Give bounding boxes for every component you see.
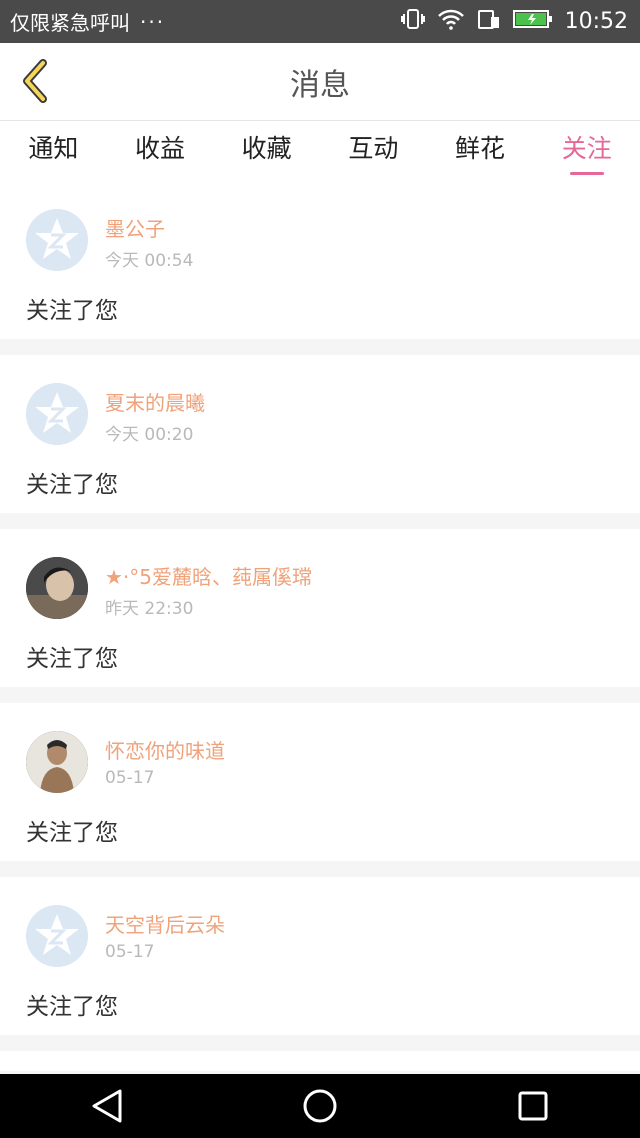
message-content: 关注了您 xyxy=(26,994,118,1020)
status-icons: 10:52 xyxy=(400,8,628,35)
system-nav-bar xyxy=(0,1074,640,1138)
user-photo-icon xyxy=(26,557,88,619)
recents-nav-button[interactable] xyxy=(503,1081,563,1131)
avatar[interactable] xyxy=(26,557,88,619)
message-content: 关注了您 xyxy=(26,298,118,324)
list-item[interactable]: ★·°5爱麓晗、莼属傒瑺 昨天 22:30 关注了您 xyxy=(0,529,640,687)
tab-flowers[interactable]: 鲜花 xyxy=(427,121,534,181)
vibrate-icon xyxy=(400,8,425,35)
tab-favorites[interactable]: 收藏 xyxy=(213,121,320,181)
message-list: 墨公子 今天 00:54 关注了您 夏末的晨曦 今天 00:20 关注了您 ★·… xyxy=(0,181,640,1071)
message-time: 昨天 22:30 xyxy=(105,599,194,619)
status-bar: 仅限紧急呼叫 ··· 10:52 xyxy=(0,0,640,43)
back-nav-button[interactable] xyxy=(77,1081,137,1131)
list-item[interactable]: 夏末的晨曦 今天 00:20 关注了您 xyxy=(0,355,640,513)
page-title: 消息 xyxy=(290,67,350,103)
message-time: 今天 00:54 xyxy=(105,251,194,271)
default-avatar-icon xyxy=(26,209,88,271)
chevron-left-icon xyxy=(23,59,47,103)
message-time: 今天 00:20 xyxy=(105,425,194,445)
list-item[interactable]: 天空背后云朵 05-17 关注了您 xyxy=(0,877,640,1035)
carrier-text: 仅限紧急呼叫 xyxy=(10,11,130,35)
tab-interactions[interactable]: 互动 xyxy=(320,121,427,181)
avatar[interactable] xyxy=(26,383,88,445)
avatar[interactable] xyxy=(26,731,88,793)
message-content: 关注了您 xyxy=(26,472,118,498)
list-item[interactable]: 墨公子 今天 00:54 关注了您 xyxy=(0,181,640,339)
tab-bar: 通知 收益 收藏 互动 鲜花 关注 xyxy=(0,121,640,181)
back-button[interactable] xyxy=(16,58,56,104)
tab-notifications[interactable]: 通知 xyxy=(0,121,107,181)
battery-icon xyxy=(512,8,553,35)
tab-earnings[interactable]: 收益 xyxy=(107,121,214,181)
tab-follows[interactable]: 关注 xyxy=(533,121,640,181)
message-time: 05-17 xyxy=(105,768,155,788)
user-name[interactable]: 夏末的晨曦 xyxy=(105,387,205,416)
recents-square-icon xyxy=(518,1091,548,1121)
list-item-partial xyxy=(0,1051,640,1071)
user-photo-icon xyxy=(26,731,88,793)
user-name[interactable]: 怀恋你的味道 xyxy=(105,735,225,764)
more-notifications-indicator: ··· xyxy=(140,9,166,34)
list-item[interactable]: 怀恋你的味道 05-17 关注了您 xyxy=(0,703,640,861)
default-avatar-icon xyxy=(26,383,88,445)
clock: 10:52 xyxy=(564,9,628,34)
user-name[interactable]: ★·°5爱麓晗、莼属傒瑺 xyxy=(105,561,312,590)
sim-icon xyxy=(477,8,501,35)
avatar[interactable] xyxy=(26,209,88,271)
default-avatar-icon xyxy=(26,905,88,967)
wifi-icon xyxy=(437,8,465,35)
back-triangle-icon xyxy=(92,1089,122,1123)
user-name[interactable]: 天空背后云朵 xyxy=(105,909,225,938)
home-nav-button[interactable] xyxy=(290,1081,350,1131)
message-content: 关注了您 xyxy=(26,820,118,846)
home-circle-icon xyxy=(303,1089,337,1123)
app-header: 消息 xyxy=(0,43,640,121)
user-name[interactable]: 墨公子 xyxy=(105,213,165,242)
avatar[interactable] xyxy=(26,905,88,967)
message-content: 关注了您 xyxy=(26,646,118,672)
message-time: 05-17 xyxy=(105,942,155,962)
